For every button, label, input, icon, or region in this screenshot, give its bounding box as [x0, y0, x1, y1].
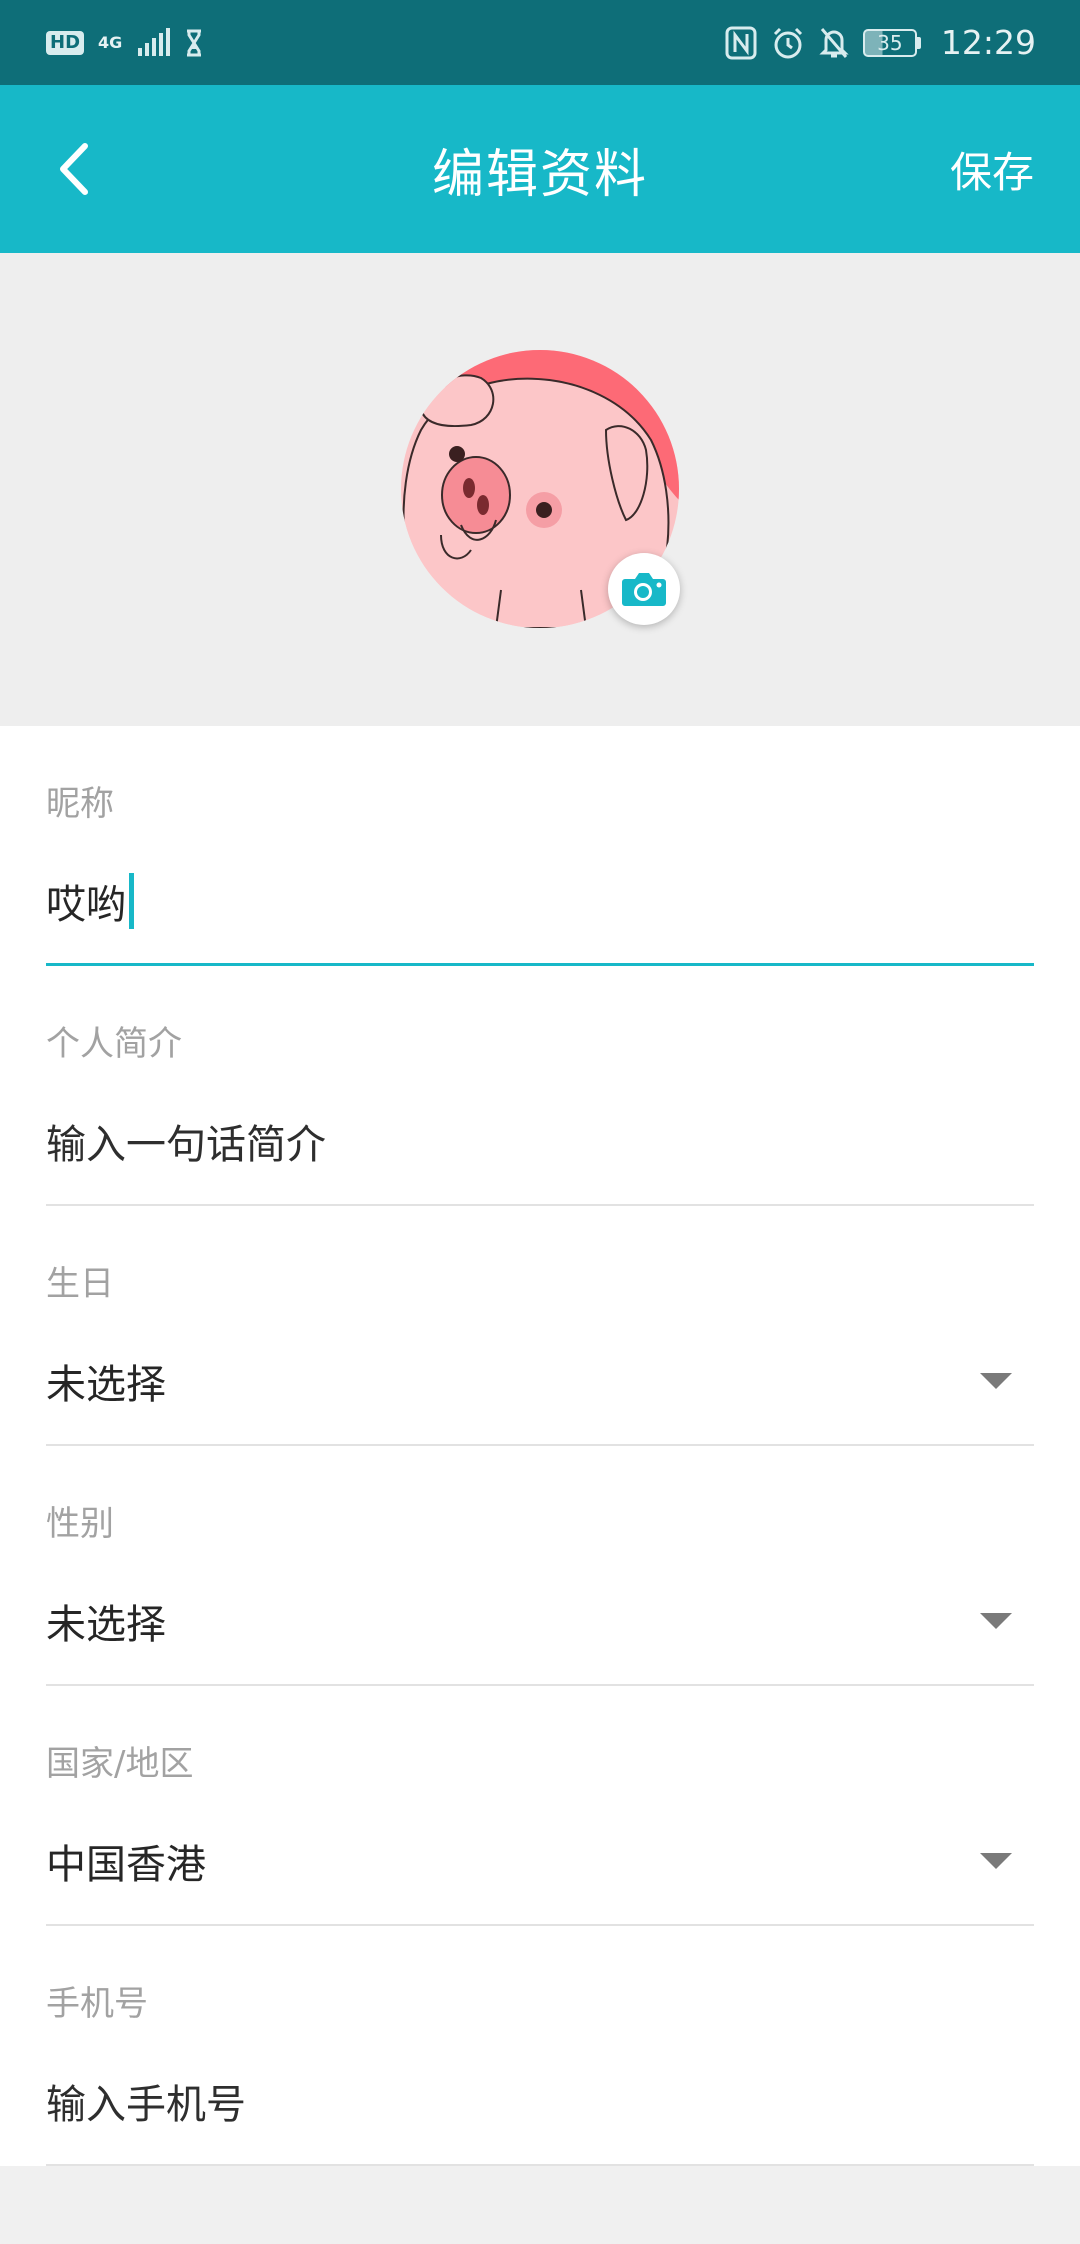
mute-icon — [819, 27, 849, 58]
network-type-label: 4G — [98, 32, 123, 52]
battery-level: 35 — [862, 28, 917, 57]
region-label: 国家/地区 — [46, 1744, 194, 1784]
status-time: 12:29 — [940, 23, 1036, 62]
bio-label: 个人简介 — [46, 1024, 182, 1064]
text-caret — [129, 873, 134, 929]
region-dropdown[interactable]: 中国香港 — [46, 1806, 1034, 1916]
birthday-field: 生日 未选择 — [46, 1206, 1034, 1446]
dropdown-arrow-icon — [980, 1613, 1012, 1629]
phone-underline — [46, 2164, 1034, 2166]
status-right-group: 35 12:29 — [725, 23, 1036, 62]
birthday-dropdown[interactable]: 未选择 — [46, 1326, 1034, 1436]
signal-icon — [138, 27, 171, 56]
gender-field: 性别 未选择 — [46, 1446, 1034, 1686]
phone-input[interactable]: 输入手机号 — [46, 2046, 1034, 2156]
camera-icon — [622, 573, 666, 606]
nickname-value: 哎哟 — [46, 882, 126, 928]
status-left-group: HD 4G — [46, 27, 204, 57]
page-title: 编辑资料 — [431, 144, 648, 205]
status-bar: HD 4G 35 12:29 — [0, 0, 1080, 85]
hourglass-icon — [187, 29, 202, 56]
bio-field: 个人简介 输入一句话简介 — [46, 966, 1034, 1206]
change-avatar-button[interactable] — [608, 553, 680, 625]
region-value: 中国香港 — [46, 1842, 206, 1888]
nickname-field: 昵称 哎哟 — [46, 726, 1034, 966]
region-field: 国家/地区 中国香港 — [46, 1686, 1034, 1926]
birthday-value: 未选择 — [46, 1362, 166, 1408]
app-bar: 编辑资料 保存 — [0, 85, 1080, 253]
phone-label: 手机号 — [46, 1984, 148, 2024]
nickname-input[interactable]: 哎哟 — [46, 846, 1034, 956]
birthday-label: 生日 — [46, 1264, 114, 1304]
bio-input[interactable]: 输入一句话简介 — [46, 1086, 1034, 1196]
nfc-icon — [725, 26, 757, 59]
nickname-label: 昵称 — [46, 784, 114, 824]
gender-dropdown[interactable]: 未选择 — [46, 1566, 1034, 1676]
dropdown-arrow-icon — [980, 1373, 1012, 1389]
battery-icon: 35 — [862, 28, 921, 57]
avatar-section — [0, 253, 1080, 726]
gender-label: 性别 — [46, 1504, 114, 1544]
dropdown-arrow-icon — [980, 1853, 1012, 1869]
save-button[interactable]: 保存 — [950, 135, 1034, 203]
phone-field: 手机号 输入手机号 — [46, 1926, 1034, 2166]
hd-icon: HD — [46, 30, 85, 55]
gender-value: 未选择 — [46, 1602, 166, 1648]
profile-form: 昵称 哎哟 个人简介 输入一句话简介 生日 未选择 性别 未选择 国家/地区 中… — [0, 726, 1080, 2166]
alarm-icon — [773, 27, 802, 58]
